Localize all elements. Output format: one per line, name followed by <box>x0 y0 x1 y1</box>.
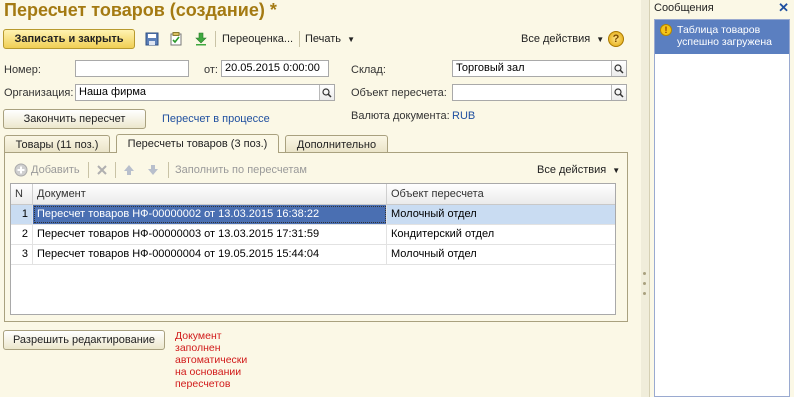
message-item[interactable]: ! Таблица товаров успешно загружена <box>655 20 789 54</box>
tab-recounts[interactable]: Пересчеты товаров (3 поз.) <box>116 134 279 153</box>
splitter-grip-dot <box>643 282 646 285</box>
table-row[interactable]: 3 Пересчет товаров НФ-00000004 от 19.05.… <box>11 245 615 265</box>
table-row[interactable]: 1 Пересчет товаров НФ-00000002 от 13.03.… <box>11 205 615 225</box>
fill-by-recounts-button[interactable]: Заполнить по пересчетам <box>175 164 307 176</box>
date-label: от: <box>204 64 218 76</box>
row-recount-object[interactable]: Кондитерский отдел <box>387 225 615 244</box>
all-actions-menu-button[interactable]: Все действия ▼ <box>521 33 604 45</box>
column-header-recount-object[interactable]: Объект пересчета <box>387 184 615 204</box>
organization-search-icon[interactable] <box>319 85 334 100</box>
toolbar-separator <box>88 162 89 178</box>
move-up-icon[interactable] <box>121 162 137 178</box>
tab-all-actions-menu-button[interactable]: Все действия ▼ <box>537 164 620 176</box>
message-line: успешно загружена <box>677 36 772 48</box>
column-header-n[interactable]: N <box>11 184 33 204</box>
row-document[interactable]: Пересчет товаров НФ-00000004 от 19.05.20… <box>33 245 387 264</box>
note-line: пересчетов <box>175 378 231 390</box>
toolbar-separator <box>168 162 169 178</box>
tab-goods[interactable]: Товары (11 поз.) <box>4 135 110 153</box>
message-text: Таблица товаров успешно загружена <box>677 24 772 48</box>
save-icon[interactable] <box>144 31 160 47</box>
print-menu-button[interactable]: Печать ▼ <box>305 33 355 45</box>
post-document-icon[interactable] <box>168 31 184 47</box>
organization-value: Наша фирма <box>79 86 147 98</box>
tab-additional[interactable]: Дополнительно <box>285 135 388 153</box>
currency-label: Валюта документа: <box>351 110 450 122</box>
finish-recount-button[interactable]: Закончить пересчет <box>3 109 146 129</box>
warehouse-search-icon[interactable] <box>611 61 626 76</box>
currency-value: RUB <box>452 110 476 122</box>
print-label: Печать <box>305 33 342 45</box>
row-document[interactable]: Пересчет товаров НФ-00000003 от 13.03.20… <box>33 225 387 244</box>
warehouse-label: Склад: <box>351 64 386 76</box>
splitter-grip-dot <box>643 292 646 295</box>
recount-status-link[interactable]: Пересчет в процессе <box>162 113 270 125</box>
warning-icon: ! <box>660 24 672 36</box>
auto-filled-note: Документ заполнен автоматически на основ… <box>175 330 247 390</box>
add-icon <box>13 162 29 178</box>
add-button[interactable]: Добавить <box>31 164 80 176</box>
message-line: Таблица товаров <box>677 24 761 36</box>
row-number: 1 <box>11 205 33 224</box>
warehouse-field[interactable]: Торговый зал <box>452 60 627 77</box>
organization-field[interactable]: Наша фирма <box>75 84 335 101</box>
row-recount-object[interactable]: Молочный отдел <box>387 245 615 264</box>
recount-object-field[interactable] <box>452 84 627 101</box>
messages-panel: Сообщения ✕ ! Таблица товаров успешно за… <box>649 0 794 397</box>
recount-object-label: Объект пересчета: <box>351 87 447 99</box>
toolbar-separator <box>115 162 116 178</box>
date-field[interactable]: 20.05.2015 0:00:00 <box>221 60 329 77</box>
chevron-down-icon: ▼ <box>347 35 356 44</box>
move-down-icon[interactable] <box>145 162 161 178</box>
row-recount-object[interactable]: Молочный отдел <box>387 205 615 224</box>
help-icon[interactable]: ? <box>608 31 624 47</box>
reprice-button[interactable]: Переоценка... <box>222 33 293 45</box>
page-title: Пересчет товаров (создание) * <box>4 0 277 20</box>
row-number: 2 <box>11 225 33 244</box>
close-icon[interactable]: ✕ <box>778 1 789 14</box>
save-and-close-button[interactable]: Записать и закрыть <box>3 29 135 49</box>
all-actions-label: Все действия <box>521 33 591 45</box>
messages-title: Сообщения <box>654 2 714 14</box>
row-number: 3 <box>11 245 33 264</box>
row-document[interactable]: Пересчет товаров НФ-00000002 от 13.03.20… <box>33 205 387 224</box>
delete-icon[interactable] <box>94 162 110 178</box>
chevron-down-icon: ▼ <box>596 35 605 44</box>
table-row[interactable]: 2 Пересчет товаров НФ-00000003 от 13.03.… <box>11 225 615 245</box>
note-line: на основании <box>175 366 242 378</box>
recount-object-search-icon[interactable] <box>611 85 626 100</box>
toolbar-separator <box>299 31 300 47</box>
messages-list[interactable]: ! Таблица товаров успешно загружена <box>654 19 790 397</box>
splitter-grip-dot <box>643 272 646 275</box>
number-field[interactable] <box>75 60 189 77</box>
column-header-document[interactable]: Документ <box>33 184 387 204</box>
chevron-down-icon: ▼ <box>612 166 621 175</box>
note-line: автоматически <box>175 354 248 366</box>
organization-label: Организация: <box>4 87 74 99</box>
allow-editing-button[interactable]: Разрешить редактирование <box>3 330 165 350</box>
note-line: Документ <box>175 330 222 342</box>
table-header: N Документ Объект пересчета <box>11 184 615 205</box>
note-line: заполнен <box>175 342 221 354</box>
download-arrow-icon[interactable] <box>193 31 209 47</box>
tab-all-actions-label: Все действия <box>537 164 607 176</box>
recounts-table[interactable]: N Документ Объект пересчета 1 Пересчет т… <box>10 183 616 315</box>
toolbar-separator <box>215 31 216 47</box>
panel-splitter[interactable] <box>641 0 649 397</box>
warehouse-value: Торговый зал <box>456 62 525 74</box>
number-label: Номер: <box>4 64 41 76</box>
